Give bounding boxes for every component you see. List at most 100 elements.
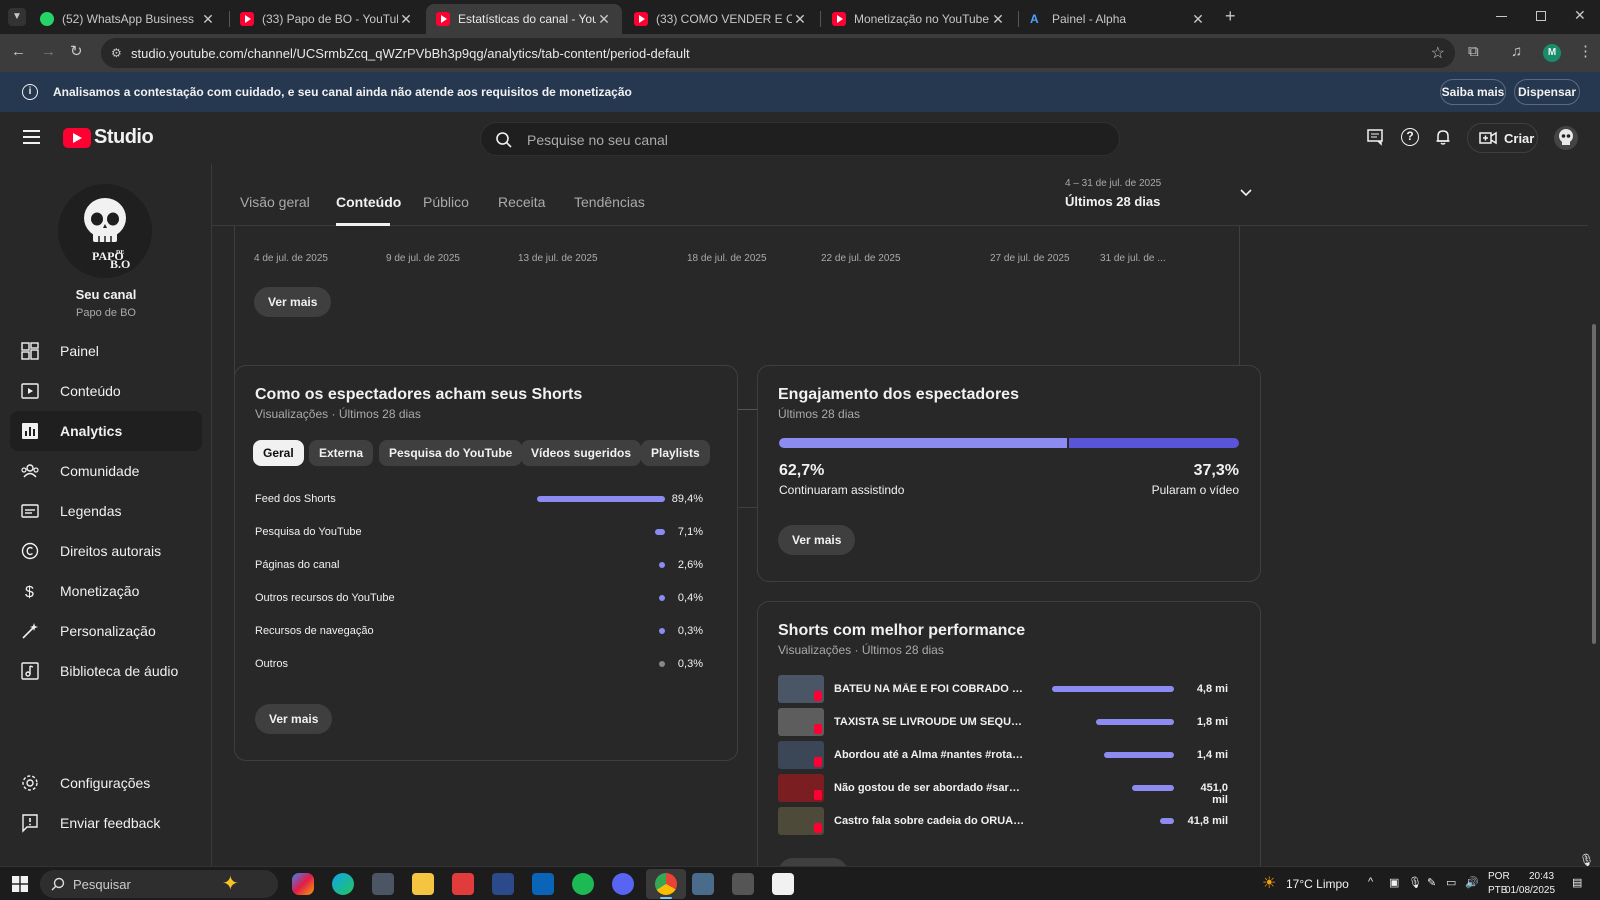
capcut-icon[interactable] bbox=[772, 873, 794, 895]
sidebar-item-painel[interactable]: Painel bbox=[10, 331, 202, 371]
sidebar-item-configuracoes[interactable]: Configurações bbox=[10, 763, 202, 803]
close-tab-icon[interactable]: ✕ bbox=[1190, 11, 1206, 28]
discord-icon[interactable] bbox=[612, 873, 634, 895]
sidebar-item-analytics[interactable]: Analytics bbox=[10, 411, 202, 451]
copilot-icon[interactable] bbox=[292, 873, 314, 895]
sidebar-item-enviar-feedback[interactable]: Enviar feedback bbox=[10, 803, 202, 843]
back-icon[interactable]: ← bbox=[11, 43, 26, 60]
channel-avatar[interactable]: PAPO DE B.O bbox=[58, 184, 152, 278]
forward-icon[interactable]: → bbox=[41, 43, 56, 60]
channel-search-box[interactable]: Pesquise no seu canal bbox=[480, 122, 1120, 156]
close-window-icon[interactable]: ✕ bbox=[1574, 7, 1586, 24]
hamburger-menu-icon[interactable] bbox=[23, 130, 40, 144]
tab-publico[interactable]: Público bbox=[423, 194, 469, 210]
calculator-icon[interactable] bbox=[692, 873, 714, 895]
sidebar-item-direitos-autorais[interactable]: Direitos autorais bbox=[10, 531, 202, 571]
browser-menu-icon[interactable]: ⋮ bbox=[1578, 42, 1593, 60]
notification-center-icon[interactable]: ▤ bbox=[1572, 876, 1582, 889]
site-info-icon[interactable]: ⚙ bbox=[111, 46, 122, 60]
sidebar-item-comunidade[interactable]: Comunidade bbox=[10, 451, 202, 491]
reload-icon[interactable]: ↻ bbox=[70, 42, 83, 60]
language-line-1[interactable]: POR bbox=[1488, 871, 1510, 882]
browser-tab-papo-de-bo[interactable]: (33) Papo de BO - YouTube ✕ bbox=[230, 4, 424, 34]
network-icon[interactable]: ▭ bbox=[1446, 876, 1456, 889]
timeline-see-more-button[interactable]: Ver mais bbox=[254, 287, 332, 317]
minimize-icon[interactable] bbox=[1496, 16, 1507, 17]
outlook-icon[interactable] bbox=[532, 873, 554, 895]
stylus-icon[interactable]: ✎ bbox=[1427, 876, 1436, 889]
bookmark-star-icon[interactable]: ☆ bbox=[1431, 43, 1445, 63]
store-bag-icon[interactable] bbox=[372, 873, 394, 895]
youtube-studio-logo[interactable]: Studio bbox=[63, 126, 154, 149]
chrome-taskbar-active[interactable] bbox=[646, 869, 686, 899]
tab-conteudo[interactable]: Conteúdo bbox=[336, 194, 401, 210]
clock-time[interactable]: 20:43 bbox=[1529, 871, 1554, 882]
tab-search-button[interactable]: ▼ bbox=[8, 8, 26, 26]
sidebar-item-monetizacao[interactable]: $ Monetização bbox=[10, 571, 202, 611]
tab-receita[interactable]: Receita bbox=[498, 194, 545, 210]
browser-tab-monetizacao[interactable]: Monetização no YouTube - You ✕ bbox=[822, 4, 1016, 34]
page-scrollbar[interactable] bbox=[1592, 324, 1596, 644]
clock-date[interactable]: 01/08/2025 bbox=[1505, 885, 1555, 896]
short-views-bar bbox=[1096, 719, 1174, 725]
microsoft-store-icon[interactable] bbox=[492, 873, 514, 895]
close-tab-icon[interactable]: ✕ bbox=[398, 11, 414, 28]
account-avatar[interactable] bbox=[1554, 126, 1578, 150]
new-tab-button[interactable]: + bbox=[1225, 6, 1236, 27]
learn-more-button[interactable]: Saiba mais bbox=[1440, 79, 1506, 105]
spotify-icon[interactable] bbox=[572, 873, 594, 895]
top-short-row[interactable]: Castro fala sobre cadeia do ORUAM #... 4… bbox=[778, 807, 1228, 835]
tray-chevron-icon[interactable]: ^ bbox=[1368, 876, 1373, 888]
top-shorts-see-more-button[interactable] bbox=[778, 858, 848, 866]
top-short-row[interactable]: Não gostou de ser abordado #sargent... 4… bbox=[778, 774, 1228, 806]
notifications-bell-icon[interactable] bbox=[1434, 128, 1452, 146]
windows-start-icon[interactable] bbox=[12, 876, 28, 892]
top-short-row[interactable]: BATEU NA MÃE E FOI COBRADO NO B... 4,8 m… bbox=[778, 675, 1228, 703]
game-controller-icon[interactable] bbox=[732, 873, 754, 895]
chip-pesquisa-youtube[interactable]: Pesquisa do YouTube bbox=[379, 440, 523, 466]
create-button[interactable]: Criar bbox=[1467, 123, 1538, 153]
traffic-source-bar bbox=[659, 628, 665, 634]
microphone-icon[interactable]: 🎙 bbox=[1408, 876, 1422, 889]
browser-tab-whatsapp[interactable]: (52) WhatsApp Business ✕ bbox=[30, 4, 226, 34]
close-tab-icon[interactable]: ✕ bbox=[200, 11, 216, 28]
address-bar[interactable]: ⚙ studio.youtube.com/channel/UCSrmbZcq_q… bbox=[101, 38, 1455, 68]
media-control-icon[interactable]: ♫ bbox=[1511, 43, 1522, 60]
top-short-row[interactable]: TAXISTA SE LIVROUDE UM SEQUESTR... 1,8 m… bbox=[778, 708, 1228, 736]
taskbar-search[interactable]: Pesquisar ✦ bbox=[40, 870, 278, 898]
close-tab-icon[interactable]: ✕ bbox=[792, 11, 808, 28]
close-tab-icon[interactable]: ✕ bbox=[990, 11, 1006, 28]
engagement-see-more-button[interactable]: Ver mais bbox=[778, 525, 856, 555]
chip-externa[interactable]: Externa bbox=[309, 440, 374, 466]
file-explorer-icon[interactable] bbox=[412, 873, 434, 895]
top-short-row[interactable]: Abordou até a Alma #nantes #rota #a... 1… bbox=[778, 741, 1228, 769]
sidebar-item-personalizacao[interactable]: Personalização bbox=[10, 611, 202, 651]
chip-videos-sugeridos[interactable]: Vídeos sugeridos bbox=[521, 440, 642, 466]
tab-visao-geral[interactable]: Visão geral bbox=[240, 194, 310, 210]
sidebar-item-legendas[interactable]: Legendas bbox=[10, 491, 202, 531]
weather-text[interactable]: 17°C Limpo bbox=[1286, 877, 1349, 891]
sources-see-more-button[interactable]: Ver mais bbox=[255, 704, 333, 734]
browser-tab-painel-alpha[interactable]: A Painel - Alpha ✕ bbox=[1020, 4, 1216, 34]
help-icon[interactable]: ? bbox=[1401, 128, 1419, 146]
browser-tab-estatisticas[interactable]: Estatísticas do canal - YouTube ✕ bbox=[426, 4, 622, 34]
chip-geral[interactable]: Geral bbox=[253, 440, 304, 466]
weather-icon[interactable]: ☀ bbox=[1262, 873, 1276, 893]
volume-icon[interactable]: 🔊 bbox=[1465, 876, 1479, 889]
comment-icon[interactable] bbox=[1366, 128, 1384, 146]
extensions-icon[interactable]: ⧉ bbox=[1468, 43, 1479, 60]
voice-input-icon[interactable]: 🎙 bbox=[1579, 853, 1594, 867]
media-player-icon[interactable] bbox=[452, 873, 474, 895]
dismiss-button[interactable]: Dispensar bbox=[1514, 79, 1580, 105]
period-selector[interactable]: 4 – 31 de jul. de 2025 Últimos 28 dias bbox=[1065, 178, 1261, 214]
sidebar-item-conteudo[interactable]: Conteúdo bbox=[10, 371, 202, 411]
close-tab-icon[interactable]: ✕ bbox=[596, 11, 612, 28]
browser-tab-como-vender[interactable]: (33) COMO VENDER E COMPRAR ✕ bbox=[624, 4, 818, 34]
tab-tendencias[interactable]: Tendências bbox=[574, 194, 645, 210]
chip-playlists[interactable]: Playlists bbox=[641, 440, 710, 466]
restore-icon[interactable] bbox=[1536, 11, 1546, 21]
tray-app-icon[interactable]: ▣ bbox=[1389, 876, 1399, 889]
edge-browser-icon[interactable] bbox=[332, 873, 354, 895]
profile-avatar[interactable]: M bbox=[1543, 44, 1561, 62]
sidebar-item-biblioteca-de-audio[interactable]: Biblioteca de áudio bbox=[10, 651, 202, 691]
